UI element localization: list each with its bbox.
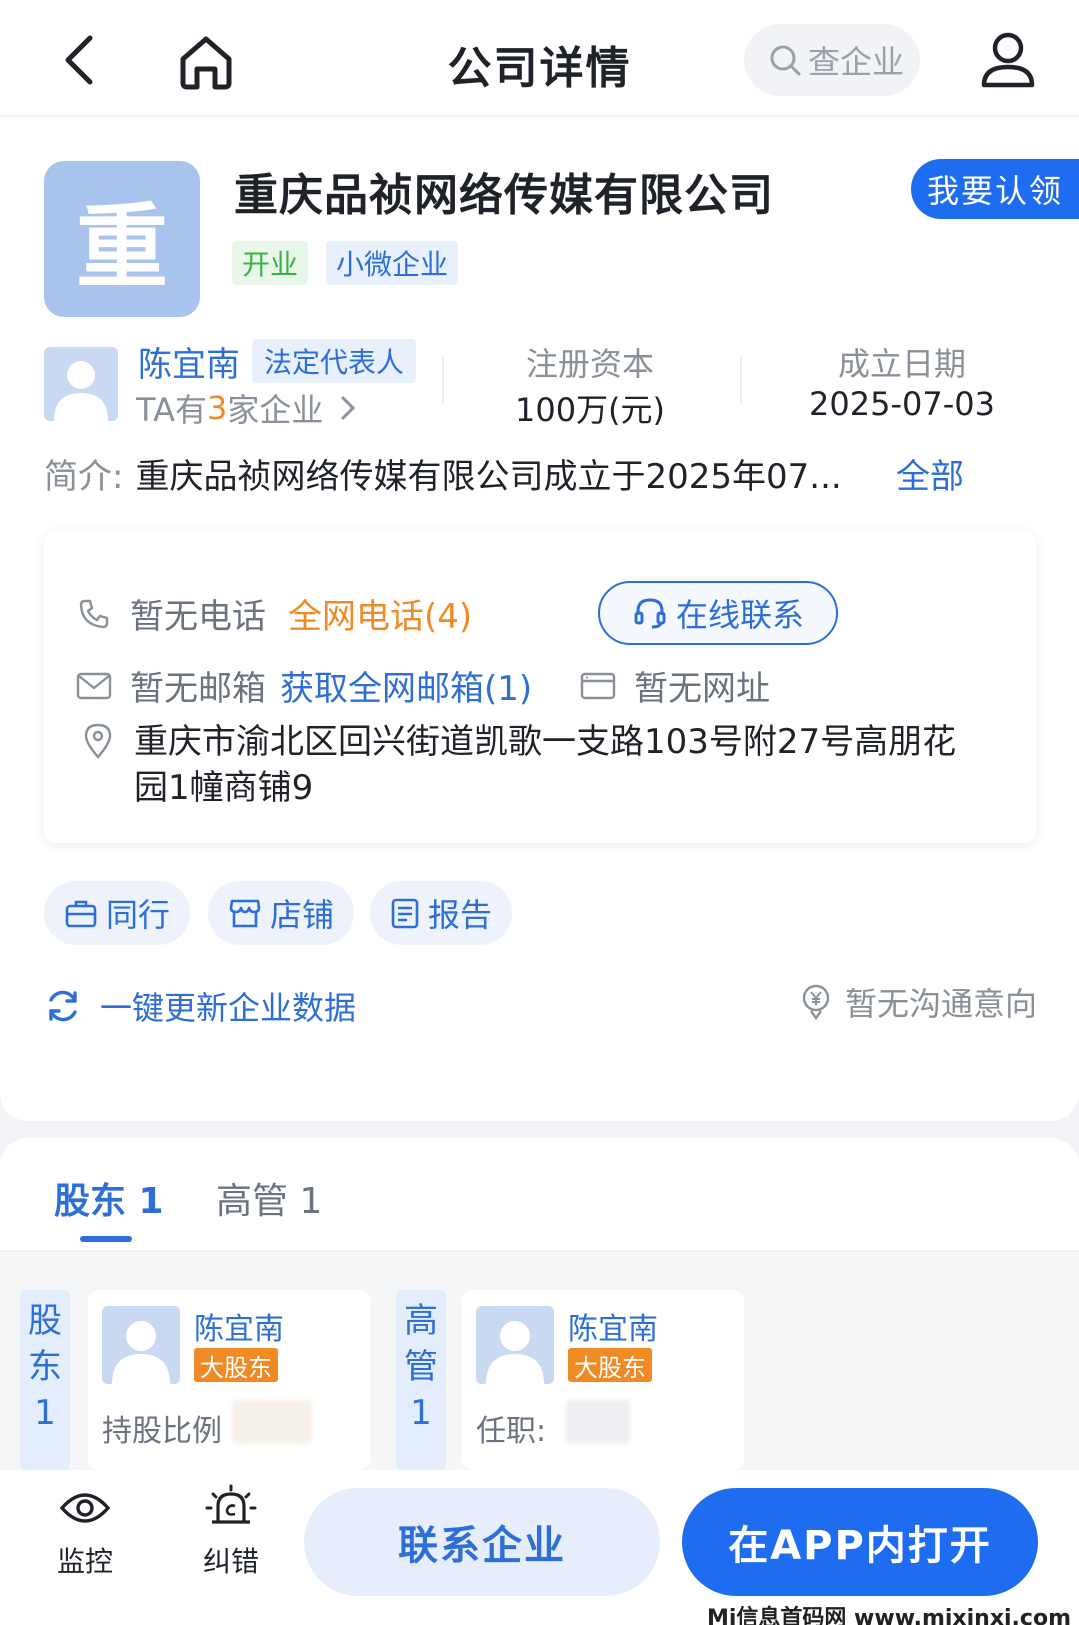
representative-avatar[interactable] [44, 347, 118, 421]
document-icon [391, 898, 419, 929]
avatar [102, 1306, 180, 1384]
top-nav-bar: 公司详情 查企业 [0, 0, 1079, 116]
intro-label: 简介: [44, 457, 124, 497]
refresh-data-button[interactable]: 一键更新企业数据 [44, 983, 356, 1029]
monitor-button[interactable]: 监控 [40, 1480, 130, 1580]
registered-capital-label: 注册资本 [525, 345, 654, 383]
headset-icon [634, 598, 666, 629]
peers-label: 同行 [106, 896, 171, 934]
browser-icon [580, 668, 616, 704]
user-icon [981, 32, 1035, 88]
major-shareholder-badge: 大股东 [194, 1348, 278, 1382]
avatar-placeholder-icon [44, 347, 118, 421]
avatar-placeholder-icon [476, 1306, 554, 1384]
hidden-value [566, 1400, 630, 1444]
vlabel-char: 东 [28, 1347, 62, 1387]
tab-shareholders[interactable]: 股东 1 [54, 1172, 164, 1224]
established-date-label: 成立日期 [837, 345, 966, 383]
vlabel-char: 股 [28, 1301, 62, 1341]
alarm-bell-icon [205, 1484, 257, 1524]
open-in-app-button[interactable]: 在APP内打开 [682, 1488, 1038, 1596]
executive-card[interactable]: 陈宜南 大股东 任职: [462, 1290, 744, 1470]
tab-executives[interactable]: 高管 1 [216, 1172, 322, 1224]
active-tab-indicator [80, 1236, 132, 1242]
correct-label: 纠错 [202, 1545, 259, 1578]
communication-intent: 暂无沟通意向 [799, 979, 1037, 1025]
executive-name[interactable]: 陈宜南 [568, 1304, 658, 1348]
avatar-placeholder-icon [102, 1306, 180, 1384]
rep-count-number: 3 [206, 389, 228, 427]
representative-companies-link[interactable]: TA有 3 家企业 [136, 385, 363, 431]
search-company-button[interactable]: 查企业 [744, 24, 920, 96]
vlabel-char: 管 [404, 1347, 438, 1387]
peers-button[interactable]: 同行 [44, 881, 191, 945]
vlabel-char: 高 [404, 1301, 438, 1341]
online-contact-button[interactable]: 在线联系 [598, 581, 838, 645]
website-row: 暂无网址 [580, 661, 770, 710]
search-icon [770, 45, 801, 76]
yuan-pin-icon [802, 984, 830, 1021]
shops-button[interactable]: 店铺 [208, 881, 355, 945]
chevron-right-icon [341, 396, 356, 420]
representative-role-badge: 法定代表人 [252, 339, 417, 383]
report-label: 报告 [428, 896, 493, 934]
company-logo: 重 [44, 161, 200, 317]
contact-company-button[interactable]: 联系企业 [304, 1488, 660, 1596]
email-none-text: 暂无邮箱 [130, 669, 266, 709]
get-emails-link[interactable]: 获取全网邮箱(1) [280, 661, 532, 710]
executive-group-label[interactable]: 高 管 1 [396, 1290, 446, 1470]
intro-more-link[interactable]: 全部 [896, 449, 964, 498]
correct-error-button[interactable]: 纠错 [186, 1480, 276, 1580]
monitor-label: 监控 [56, 1545, 113, 1578]
intent-label: 暂无沟通意向 [844, 985, 1037, 1023]
eye-icon [59, 1493, 111, 1523]
all-phones-link[interactable]: 全网电话(4) [288, 589, 472, 638]
company-name: 重庆品祯网络传媒有限公司 [234, 170, 774, 221]
rep-count-suffix: 家企业 [227, 391, 324, 429]
online-contact-label: 在线联系 [675, 596, 804, 634]
representative-name[interactable]: 陈宜南 [138, 337, 240, 386]
status-badge: 开业 [232, 241, 309, 285]
rep-count-prefix: TA有 [136, 391, 207, 429]
company-intro: 简介: 重庆品祯网络传媒有限公司成立于2025年07... 全部 [44, 449, 1004, 498]
phone-none-text: 暂无电话 [130, 597, 266, 637]
registered-capital-value: 100万(元) [514, 391, 666, 429]
shareholder-name[interactable]: 陈宜南 [194, 1304, 284, 1348]
contact-info-box: 暂无电话 全网电话(4) 在线联系 暂无邮箱 获取全网邮箱(1) 暂无网址 重庆… [44, 531, 1036, 843]
position-label: 任职: [476, 1414, 547, 1449]
address-text[interactable]: 重庆市渝北区回兴街道凯歌一支路103号附27号高朋花园1幢商铺9 [134, 719, 964, 811]
company-info-card: 重 重庆品祯网络传媒有限公司 我要认领 开业 小微企业 陈宜南 法定代表人 TA… [0, 117, 1079, 1121]
watermark-text: Mi信息首码网 www.mixinxi.com [706, 1606, 1071, 1625]
intro-text: 重庆品祯网络传媒有限公司成立于2025年07... [135, 457, 842, 497]
refresh-label: 一键更新企业数据 [100, 989, 357, 1027]
mail-icon [76, 668, 112, 704]
report-button[interactable]: 报告 [370, 881, 513, 945]
user-profile-button[interactable] [976, 28, 1040, 92]
avatar [476, 1306, 554, 1384]
established-date-value: 2025-07-03 [809, 385, 995, 423]
vlabel-char: 1 [34, 1393, 56, 1433]
briefcase-icon [65, 900, 97, 928]
phone-icon [76, 596, 112, 632]
major-shareholder-badge: 大股东 [568, 1348, 652, 1382]
refresh-icon [49, 990, 77, 1022]
shops-label: 店铺 [270, 896, 335, 934]
location-pin-icon [80, 723, 116, 759]
phone-row: 暂无电话 全网电话(4) [76, 589, 472, 638]
website-none-text: 暂无网址 [634, 669, 770, 709]
divider [442, 357, 444, 403]
shareholder-card[interactable]: 陈宜南 大股东 持股比例 [88, 1290, 370, 1470]
bottom-action-bar: 监控 纠错 联系企业 在APP内打开 Mi信息首码网 www.mixinxi.c… [0, 1470, 1079, 1625]
shareholder-group-label[interactable]: 股 东 1 [20, 1290, 70, 1470]
hidden-value [232, 1400, 312, 1444]
claim-company-button[interactable]: 我要认领 [911, 159, 1079, 219]
address-row: 重庆市渝北区回兴街道凯歌一支路103号附27号高朋花园1幢商铺9 [80, 719, 980, 811]
vlabel-char: 1 [410, 1393, 432, 1433]
company-size-badge: 小微企业 [326, 241, 459, 285]
search-label: 查企业 [808, 43, 905, 81]
divider [740, 357, 742, 403]
store-icon [229, 899, 261, 928]
email-row: 暂无邮箱 获取全网邮箱(1) [76, 661, 532, 710]
shareholding-ratio-label: 持股比例 [102, 1414, 222, 1449]
